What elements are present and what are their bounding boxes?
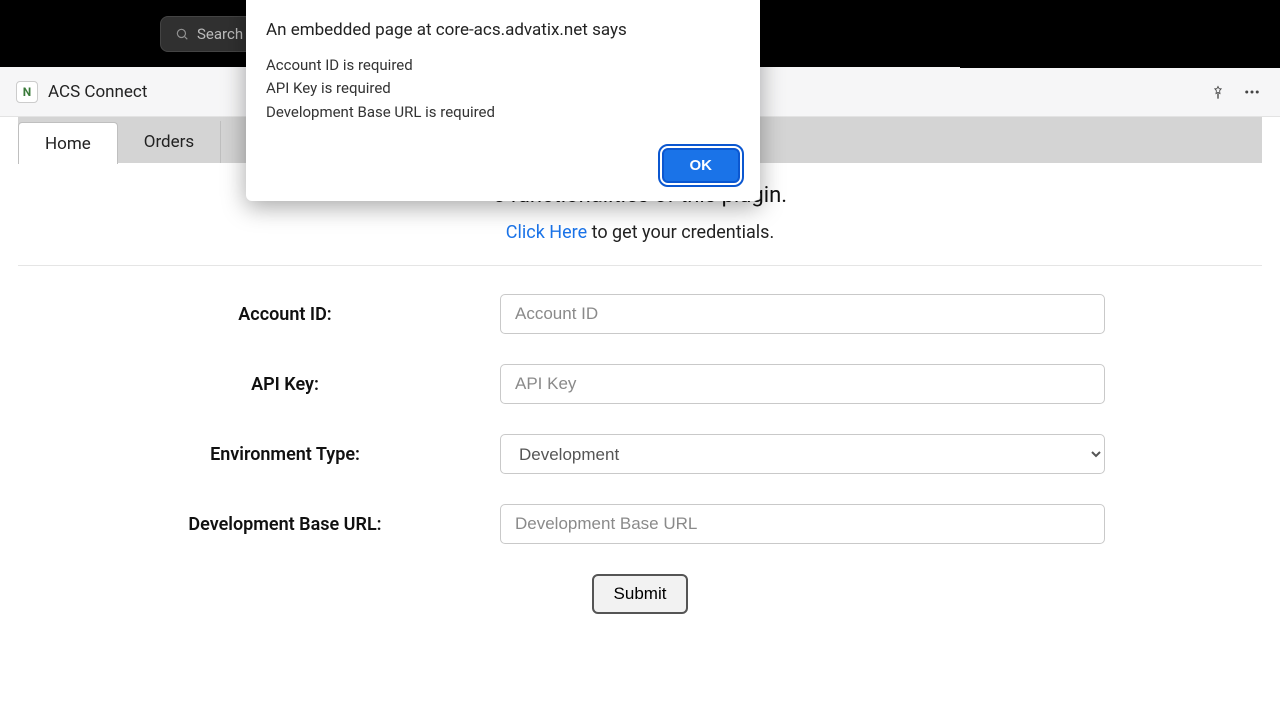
label-dev-url: Development Base URL: (90, 514, 500, 535)
top-right-black-block (960, 0, 1280, 68)
dialog-ok-button[interactable]: OK (662, 148, 741, 183)
tab-orders-label: Orders (144, 132, 194, 152)
dialog-ok-label: OK (690, 157, 713, 174)
content-area: e functionalities of this plugin. Click … (0, 163, 1280, 614)
row-dev-url: Development Base URL: (90, 504, 1190, 544)
app-logo-text: N (23, 85, 31, 99)
dialog-line-2: API Key is required (266, 77, 740, 100)
env-type-select[interactable]: Development (500, 434, 1105, 474)
dialog-body: Account ID is required API Key is requir… (266, 54, 740, 124)
subbar-actions (1208, 82, 1270, 102)
credentials-form: Account ID: API Key: Environment Type: D… (90, 294, 1190, 614)
separator (18, 265, 1262, 266)
more-icon[interactable] (1242, 82, 1262, 102)
credentials-line: Click Here to get your credentials. (18, 222, 1262, 243)
label-api-key: API Key: (90, 374, 500, 395)
account-id-input[interactable] (500, 294, 1105, 334)
dialog-title: An embedded page at core-acs.advatix.net… (266, 20, 740, 40)
submit-button-label: Submit (614, 584, 667, 603)
row-env-type: Environment Type: Development (90, 434, 1190, 474)
tab-home-label: Home (45, 134, 91, 154)
credentials-link[interactable]: Click Here (506, 222, 587, 243)
app-logo: N (16, 81, 38, 103)
label-account-id: Account ID: (90, 304, 500, 325)
row-account-id: Account ID: (90, 294, 1190, 334)
credentials-tail: to get your credentials. (587, 222, 774, 243)
tab-orders[interactable]: Orders (118, 121, 221, 163)
app-title: ACS Connect (48, 82, 147, 102)
search-icon (175, 27, 189, 41)
pin-icon[interactable] (1208, 82, 1228, 102)
submit-button[interactable]: Submit (592, 574, 689, 614)
row-api-key: API Key: (90, 364, 1190, 404)
alert-dialog: An embedded page at core-acs.advatix.net… (246, 0, 760, 201)
api-key-input[interactable] (500, 364, 1105, 404)
tab-home[interactable]: Home (18, 122, 118, 164)
search-placeholder-text: Search (197, 25, 243, 43)
dialog-line-1: Account ID is required (266, 54, 740, 77)
label-env-type: Environment Type: (90, 444, 500, 465)
dev-url-input[interactable] (500, 504, 1105, 544)
dialog-line-3: Development Base URL is required (266, 101, 740, 124)
